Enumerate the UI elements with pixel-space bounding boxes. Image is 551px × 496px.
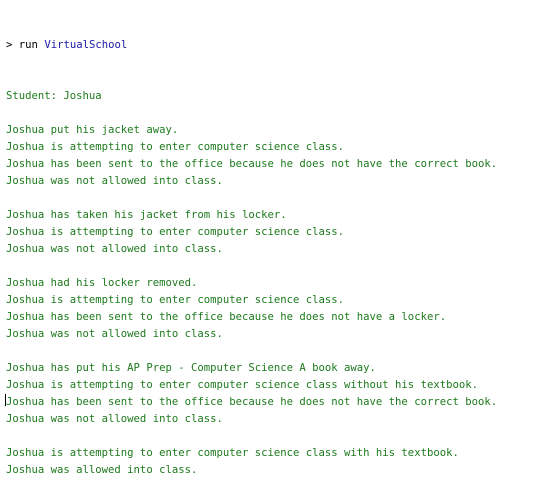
output-line: Joshua has put his AP Prep - Computer Sc… <box>6 362 376 374</box>
output-line: Joshua had his locker removed. <box>6 277 198 289</box>
command-line: > run VirtualSchool <box>6 37 551 54</box>
output-line: Joshua is attempting to enter computer s… <box>6 379 478 391</box>
output-line: Joshua is attempting to enter computer s… <box>6 141 345 153</box>
prompt-symbol: > <box>6 39 13 51</box>
output-line: Joshua has taken his jacket from his loc… <box>6 209 287 221</box>
command-target: VirtualSchool <box>44 39 128 51</box>
text-cursor <box>5 394 6 406</box>
output-line: Joshua was not allowed into class. <box>6 413 223 425</box>
output-line: Student: Joshua <box>6 90 102 102</box>
output-line: Joshua put his jacket away. <box>6 124 179 136</box>
output-line: Joshua was allowed into class. <box>6 464 198 476</box>
output-line: Joshua is attempting to enter computer s… <box>6 226 345 238</box>
output-line: Joshua has been sent to the office becau… <box>6 158 498 170</box>
interactions-console[interactable]: > run VirtualSchool Student: Joshua Joshu… <box>6 3 551 496</box>
console-output: Student: Joshua Joshua put his jacket awa… <box>6 88 551 479</box>
output-line: Joshua was not allowed into class. <box>6 328 223 340</box>
output-line: Joshua was not allowed into class. <box>6 243 223 255</box>
output-line: Joshua has been sent to the office becau… <box>6 396 498 408</box>
output-line: Joshua is attempting to enter computer s… <box>6 294 345 306</box>
output-line: Joshua is attempting to enter computer s… <box>6 447 459 459</box>
output-line: Joshua was not allowed into class. <box>6 175 223 187</box>
output-line: Joshua has been sent to the office becau… <box>6 311 447 323</box>
command-keyword: run <box>18 39 38 51</box>
